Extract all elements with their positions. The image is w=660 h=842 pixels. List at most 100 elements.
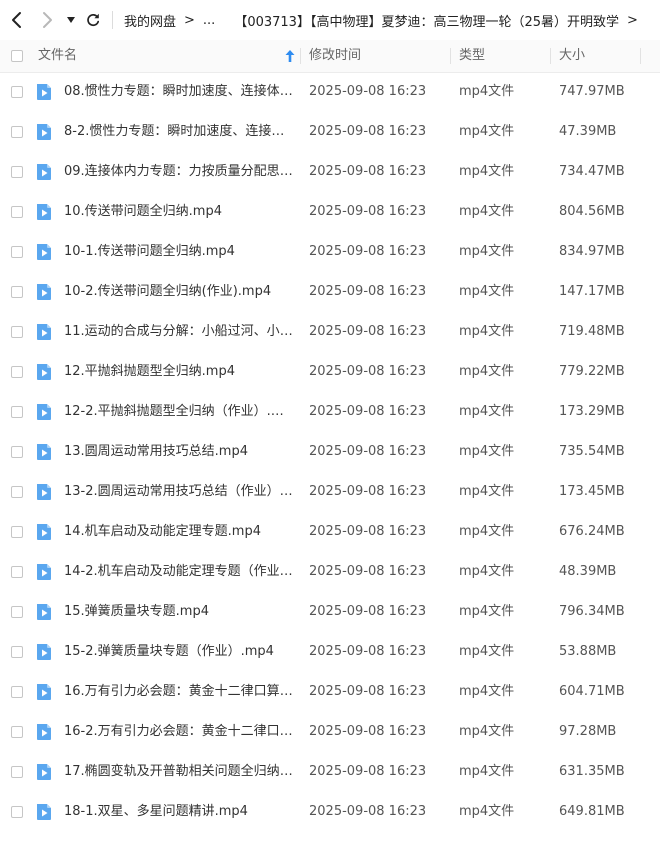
file-type: mp4文件 <box>459 324 515 339</box>
table-row[interactable]: 18-1.双星、多星问题精讲.mp4 2025-09-08 16:23 mp4文… <box>0 792 660 832</box>
refresh-icon <box>87 13 100 27</box>
table-row[interactable]: 16-2.万有引力必会题：黄金十二律口算... 2025-09-08 16:23… <box>0 712 660 752</box>
row-checkbox[interactable] <box>11 406 23 418</box>
row-checkbox[interactable] <box>11 806 23 818</box>
table-row[interactable]: 08.惯性力专题：瞬时加速度、连接体外... 2025-09-08 16:23 … <box>0 72 660 112</box>
file-size: 53.88MB <box>559 644 617 659</box>
file-name[interactable]: 15-2.弹簧质量块专题（作业）.mp4 <box>64 632 296 672</box>
row-checkbox[interactable] <box>11 166 23 178</box>
file-size: 47.39MB <box>559 124 617 139</box>
table-row[interactable]: 10-2.传送带问题全归纳(作业).mp4 2025-09-08 16:23 m… <box>0 272 660 312</box>
file-size: 796.34MB <box>559 604 625 619</box>
file-name[interactable]: 10.传送带问题全归纳.mp4 <box>64 192 296 232</box>
table-row[interactable]: 14.机车启动及动能定理专题.mp4 2025-09-08 16:23 mp4文… <box>0 512 660 552</box>
refresh-button[interactable] <box>82 0 104 40</box>
row-checkbox[interactable] <box>11 726 23 738</box>
file-name[interactable]: 09.连接体内力专题：力按质量分配思路... <box>64 152 296 192</box>
file-type: mp4文件 <box>459 564 515 579</box>
modified-time: 2025-09-08 16:23 <box>309 164 427 179</box>
row-checkbox[interactable] <box>11 126 23 138</box>
arrow-up-icon[interactable] <box>285 50 295 62</box>
table-row[interactable]: 09.连接体内力专题：力按质量分配思路... 2025-09-08 16:23 … <box>0 152 660 192</box>
row-checkbox[interactable] <box>11 326 23 338</box>
file-type: mp4文件 <box>459 364 515 379</box>
file-size: 173.29MB <box>559 404 625 419</box>
video-play-icon <box>37 324 51 340</box>
column-divider[interactable] <box>550 48 551 64</box>
column-divider[interactable] <box>640 48 641 64</box>
row-checkbox[interactable] <box>11 606 23 618</box>
row-checkbox[interactable] <box>11 646 23 658</box>
column-header-name[interactable]: 文件名 <box>38 40 77 72</box>
file-name[interactable]: 13.圆周运动常用技巧总结.mp4 <box>64 432 296 472</box>
file-name[interactable]: 12.平抛斜抛题型全归纳.mp4 <box>64 352 296 392</box>
column-header-type[interactable]: 类型 <box>459 40 485 72</box>
file-size: 631.35MB <box>559 764 625 779</box>
table-row[interactable]: 12-2.平抛斜抛题型全归纳（作业）.mp4 2025-09-08 16:23 … <box>0 392 660 432</box>
row-checkbox[interactable] <box>11 86 23 98</box>
row-checkbox[interactable] <box>11 446 23 458</box>
file-name[interactable]: 10-2.传送带问题全归纳(作业).mp4 <box>64 272 296 312</box>
modified-time: 2025-09-08 16:23 <box>309 604 427 619</box>
file-type: mp4文件 <box>459 84 515 99</box>
row-checkbox[interactable] <box>11 366 23 378</box>
column-divider[interactable] <box>300 48 301 64</box>
file-name[interactable]: 13-2.圆周运动常用技巧总结（作业）.mp4 <box>64 472 296 512</box>
modified-time: 2025-09-08 16:23 <box>309 804 427 819</box>
file-name[interactable]: 14.机车启动及动能定理专题.mp4 <box>64 512 296 552</box>
row-checkbox[interactable] <box>11 246 23 258</box>
breadcrumb-item-ellipsis[interactable]: ... <box>203 13 215 28</box>
table-row[interactable]: 8-2.惯性力专题：瞬时加速度、连接体外... 2025-09-08 16:23… <box>0 112 660 152</box>
file-name[interactable]: 15.弹簧质量块专题.mp4 <box>64 592 296 632</box>
table-row[interactable]: 10-1.传送带问题全归纳.mp4 2025-09-08 16:23 mp4文件… <box>0 232 660 272</box>
modified-time: 2025-09-08 16:23 <box>309 444 427 459</box>
row-checkbox[interactable] <box>11 206 23 218</box>
row-checkbox[interactable] <box>11 566 23 578</box>
file-type: mp4文件 <box>459 164 515 179</box>
breadcrumb-item-current[interactable]: 【003713】【高中物理】夏梦迪：高三物理一轮（25暑）开明致学 <box>234 11 619 30</box>
file-name[interactable]: 10-1.传送带问题全归纳.mp4 <box>64 232 296 272</box>
column-divider[interactable] <box>450 48 451 64</box>
table-row[interactable]: 16.万有引力必会题：黄金十二律口算、... 2025-09-08 16:23 … <box>0 672 660 712</box>
row-checkbox[interactable] <box>11 766 23 778</box>
history-dropdown-button[interactable] <box>64 0 78 40</box>
file-name[interactable]: 16-2.万有引力必会题：黄金十二律口算... <box>64 712 296 752</box>
row-checkbox[interactable] <box>11 286 23 298</box>
table-row[interactable]: 12.平抛斜抛题型全归纳.mp4 2025-09-08 16:23 mp4文件 … <box>0 352 660 392</box>
video-play-icon <box>37 804 51 820</box>
file-name[interactable]: 14-2.机车启动及动能定理专题（作业）.... <box>64 552 296 592</box>
file-name[interactable]: 12-2.平抛斜抛题型全归纳（作业）.mp4 <box>64 392 296 432</box>
back-button[interactable] <box>6 0 28 40</box>
column-header-modified[interactable]: 修改时间 <box>309 40 361 72</box>
video-play-icon <box>37 84 51 100</box>
file-name[interactable]: 16.万有引力必会题：黄金十二律口算、... <box>64 672 296 712</box>
table-row[interactable]: 13-2.圆周运动常用技巧总结（作业）.mp4 2025-09-08 16:23… <box>0 472 660 512</box>
file-name[interactable]: 18-1.双星、多星问题精讲.mp4 <box>64 792 296 832</box>
row-checkbox[interactable] <box>11 486 23 498</box>
breadcrumb-item-root[interactable]: 我的网盘 <box>124 11 176 30</box>
file-size: 649.81MB <box>559 804 625 819</box>
select-all-checkbox[interactable] <box>11 50 23 62</box>
file-type: mp4文件 <box>459 204 515 219</box>
table-row[interactable]: 15-2.弹簧质量块专题（作业）.mp4 2025-09-08 16:23 mp… <box>0 632 660 672</box>
table-row[interactable]: 10.传送带问题全归纳.mp4 2025-09-08 16:23 mp4文件 8… <box>0 192 660 232</box>
row-checkbox[interactable] <box>11 686 23 698</box>
column-header-size[interactable]: 大小 <box>559 40 585 72</box>
video-play-icon <box>37 764 51 780</box>
row-checkbox[interactable] <box>11 526 23 538</box>
file-name[interactable]: 11.运动的合成与分解：小船过河、小船... <box>64 312 296 352</box>
file-name[interactable]: 8-2.惯性力专题：瞬时加速度、连接体外... <box>64 112 296 152</box>
table-row[interactable]: 11.运动的合成与分解：小船过河、小船... 2025-09-08 16:23 … <box>0 312 660 352</box>
table-row[interactable]: 14-2.机车启动及动能定理专题（作业）.... 2025-09-08 16:2… <box>0 552 660 592</box>
forward-button[interactable] <box>36 0 58 40</box>
file-type: mp4文件 <box>459 724 515 739</box>
table-row[interactable]: 17.椭圆变轨及开普勒相关问题全归纳.mp4 2025-09-08 16:23 … <box>0 752 660 792</box>
file-name[interactable]: 08.惯性力专题：瞬时加速度、连接体外... <box>64 72 296 112</box>
file-type: mp4文件 <box>459 484 515 499</box>
video-play-icon <box>37 484 51 500</box>
file-size: 719.48MB <box>559 324 625 339</box>
file-type: mp4文件 <box>459 684 515 699</box>
file-name[interactable]: 17.椭圆变轨及开普勒相关问题全归纳.mp4 <box>64 752 296 792</box>
table-row[interactable]: 13.圆周运动常用技巧总结.mp4 2025-09-08 16:23 mp4文件… <box>0 432 660 472</box>
table-row[interactable]: 15.弹簧质量块专题.mp4 2025-09-08 16:23 mp4文件 79… <box>0 592 660 632</box>
